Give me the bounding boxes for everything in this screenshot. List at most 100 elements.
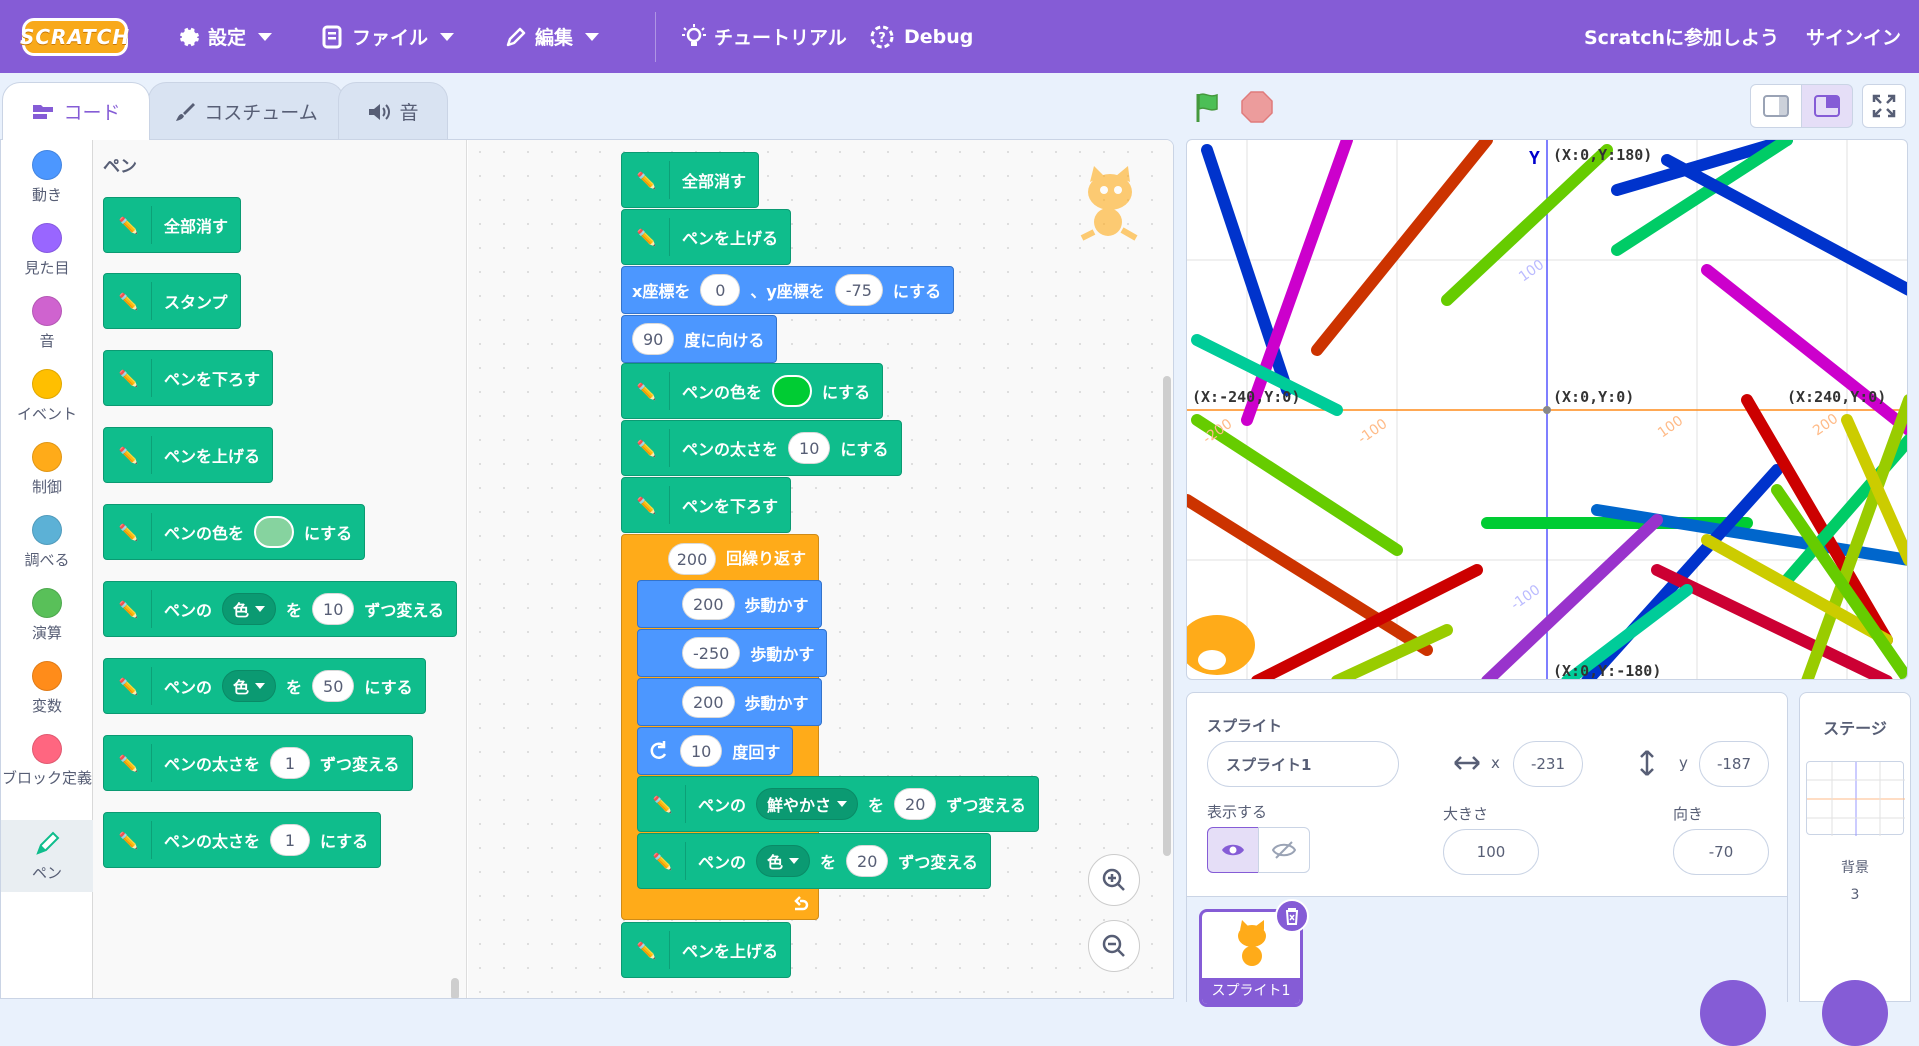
number-input[interactable]: 50 <box>312 670 355 702</box>
block-set-pen-size[interactable]: ✏️ ペンの太さを 1 にする <box>103 812 382 868</box>
palette-scrollbar[interactable] <box>451 978 459 998</box>
tick-x-m100: -100 <box>1355 416 1390 447</box>
script-block-pen-up[interactable]: ✏️ ペンを上げる <box>621 209 792 265</box>
number-input[interactable]: 20 <box>894 788 937 820</box>
sprite-info-panel: スプライト スプライト1 x -231 y -187 表示する 大きさ 100 … <box>1186 692 1788 1007</box>
sprite-name-input[interactable]: スプライト1 <box>1207 741 1399 787</box>
pen-icon: ✏️ <box>114 206 152 244</box>
stage-selector-panel[interactable]: ステージ 背景 3 <box>1799 692 1911 1002</box>
show-sprite-button[interactable] <box>1207 827 1259 873</box>
tab-sounds[interactable]: 音 <box>338 82 448 140</box>
direction-input[interactable]: 90 <box>632 323 675 355</box>
category-operators[interactable]: 演算 <box>1 588 93 643</box>
script-block-set-pen-color[interactable]: ✏️ ペンの色を にする <box>621 363 884 419</box>
script-block-point-direction[interactable]: 90 度に向ける <box>621 315 778 363</box>
script-block-pen-up-2[interactable]: ✏️ ペンを上げる <box>621 922 792 978</box>
sign-in-link[interactable]: サインイン <box>1806 0 1901 73</box>
block-change-pen-param[interactable]: ✏️ ペンの 色 を 10 ずつ変える <box>103 581 457 637</box>
block-set-pen-color[interactable]: ✏️ ペンの色を にする <box>103 504 366 560</box>
degrees-input[interactable]: 10 <box>680 735 723 767</box>
param-dropdown[interactable]: 色 <box>222 593 277 625</box>
param-dropdown[interactable]: 色 <box>222 670 277 702</box>
block-pen-clear[interactable]: ✏️ 全部消す <box>103 197 242 253</box>
category-sound[interactable]: 音 <box>1 296 93 351</box>
color-picker-input[interactable] <box>772 375 813 407</box>
script-block-clear[interactable]: ✏️ 全部消す <box>621 152 760 208</box>
y-input[interactable]: -75 <box>834 274 883 306</box>
category-dot <box>32 515 62 545</box>
steps-input[interactable]: 200 <box>682 686 735 718</box>
category-dot <box>32 442 62 472</box>
block-set-pen-param[interactable]: ✏️ ペンの 色 を 50 にする <box>103 658 426 714</box>
small-stage-button[interactable] <box>1750 84 1802 128</box>
script-block-change-pen-param-1[interactable]: ✏️ ペンの 鮮やかさ を 20 ずつ変える <box>637 776 1039 832</box>
block-label: ペンの <box>698 796 747 815</box>
add-backdrop-button[interactable] <box>1822 980 1888 1046</box>
block-pen-down[interactable]: ✏️ ペンを下ろす <box>103 350 274 406</box>
block-label: 度回す <box>732 743 781 762</box>
block-pen-stamp[interactable]: ✏️ スタンプ <box>103 273 241 329</box>
category-variables[interactable]: 変数 <box>1 661 93 716</box>
hide-sprite-button[interactable] <box>1258 827 1310 873</box>
category-looks[interactable]: 見た目 <box>1 223 93 278</box>
repeat-count-input[interactable]: 200 <box>668 543 716 575</box>
category-events[interactable]: イベント <box>1 369 93 424</box>
category-control[interactable]: 制御 <box>1 442 93 497</box>
category-pen[interactable]: ペン <box>1 820 93 892</box>
label-right: (X:240,Y:0) <box>1787 388 1886 406</box>
color-picker-input[interactable] <box>254 516 295 548</box>
block-change-pen-size[interactable]: ✏️ ペンの太さを 1 ずつ変える <box>103 735 413 791</box>
script-block-turn[interactable]: 10 度回す <box>637 727 794 775</box>
category-motion[interactable]: 動き <box>1 150 93 205</box>
script-scrollbar[interactable] <box>1163 376 1171 856</box>
tab-code[interactable]: コード <box>2 82 150 140</box>
script-block-move-3[interactable]: 200 歩動かす <box>637 678 822 726</box>
edit-menu[interactable]: 編集 <box>505 0 600 73</box>
steps-input[interactable]: -250 <box>682 637 741 669</box>
block-pen-up[interactable]: ✏️ ペンを上げる <box>103 427 274 483</box>
number-input[interactable]: 10 <box>312 593 355 625</box>
large-stage-button[interactable] <box>1801 84 1853 128</box>
param-dropdown[interactable]: 鮮やかさ <box>756 788 859 820</box>
number-input[interactable]: 10 <box>788 432 831 464</box>
tutorials-button[interactable]: チュートリアル <box>682 0 847 73</box>
script-block-change-pen-param-2[interactable]: ✏️ ペンの 色 を 20 ずつ変える <box>637 833 991 889</box>
category-label: 制御 <box>31 478 62 496</box>
category-my-blocks[interactable]: ブロック定義 <box>1 734 93 788</box>
add-sprite-button[interactable] <box>1700 980 1766 1046</box>
y-position-input[interactable]: -187 <box>1699 741 1769 787</box>
block-label: ずつ変える <box>364 601 444 620</box>
pen-icon: ✏️ <box>114 513 152 551</box>
zoom-out-button[interactable] <box>1088 920 1140 972</box>
settings-menu[interactable]: 設定 <box>176 0 273 73</box>
script-block-move-1[interactable]: 200 歩動かす <box>637 580 822 628</box>
x-input[interactable]: 0 <box>700 274 741 306</box>
script-block-set-pen-size[interactable]: ✏️ ペンの太さを 10 にする <box>621 420 902 476</box>
number-input[interactable]: 1 <box>270 747 311 779</box>
category-sensing[interactable]: 調べる <box>1 515 93 570</box>
file-menu[interactable]: ファイル <box>322 0 455 73</box>
param-dropdown[interactable]: 色 <box>756 845 811 877</box>
script-block-pen-down[interactable]: ✏️ ペンを下ろす <box>621 477 792 533</box>
stage-canvas[interactable]: (X:0,Y:180) (X:0,Y:0) (X:240,Y:0) (X:-24… <box>1186 139 1908 680</box>
debug-button[interactable]: ? Debug <box>868 0 973 73</box>
green-flag-button[interactable] <box>1192 90 1226 124</box>
stop-button[interactable] <box>1240 90 1274 124</box>
scratch-logo[interactable]: SCRATCH <box>20 18 129 56</box>
delete-sprite-button[interactable] <box>1275 899 1309 933</box>
block-label: ずつ変える <box>946 796 1026 815</box>
stage-thumbnail[interactable] <box>1806 761 1905 836</box>
size-input[interactable]: 100 <box>1443 829 1539 875</box>
script-block-move-2[interactable]: -250 歩動かす <box>637 629 828 677</box>
number-input[interactable]: 20 <box>846 845 889 877</box>
block-label: を <box>820 853 837 872</box>
join-scratch-link[interactable]: Scratchに参加しよう <box>1584 0 1779 73</box>
x-position-input[interactable]: -231 <box>1513 741 1583 787</box>
number-input[interactable]: 1 <box>270 824 311 856</box>
script-block-goto-xy[interactable]: x座標を 0 、y座標を -75 にする <box>621 266 955 314</box>
direction-input[interactable]: -70 <box>1673 829 1769 875</box>
steps-input[interactable]: 200 <box>682 588 735 620</box>
fullscreen-button[interactable] <box>1862 84 1906 128</box>
tab-costumes[interactable]: コスチューム <box>148 82 344 140</box>
zoom-in-button[interactable] <box>1088 854 1140 906</box>
